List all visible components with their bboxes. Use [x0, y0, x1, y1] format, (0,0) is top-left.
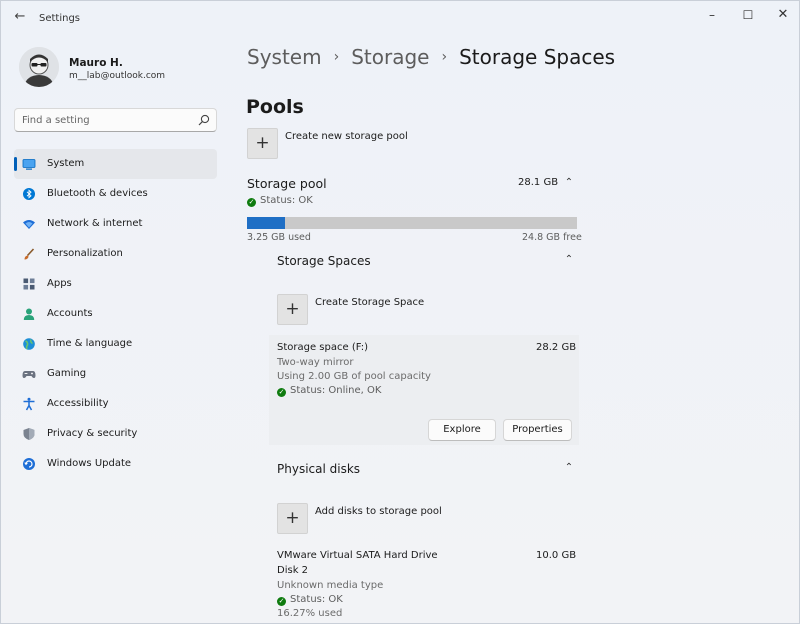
sidebar-item-apps[interactable]: Apps: [14, 269, 217, 299]
sidebar-item-time-language[interactable]: Time & language: [14, 329, 217, 359]
chevron-right-icon: ›: [441, 49, 448, 65]
chevron-right-icon: ›: [333, 49, 340, 65]
plus-icon: +: [285, 508, 300, 528]
disk-status-text: Status: OK: [290, 594, 343, 605]
add-disks-button[interactable]: +: [277, 503, 308, 534]
storage-space-size: 28.2 GB: [536, 342, 577, 353]
search-input[interactable]: [22, 112, 192, 128]
disk-name: VMware Virtual SATA Hard Drive: [277, 550, 438, 561]
avatar-icon: [19, 47, 59, 87]
sidebar-item-windows-update[interactable]: Windows Update: [14, 449, 217, 479]
physical-disks-heading: Physical disks: [277, 462, 361, 476]
pool-status: ✓ Status: OK: [247, 195, 313, 207]
sidebar-item-personalization[interactable]: Personalization: [14, 239, 217, 269]
pool-usage-bar: [247, 217, 577, 229]
brush-icon: [24, 248, 35, 260]
pools-heading: Pools: [246, 96, 304, 118]
disk-number: Disk 2: [277, 565, 309, 576]
storage-space-resiliency: Two-way mirror: [277, 357, 354, 368]
check-circle-icon: ✓: [277, 597, 286, 606]
add-disks-label[interactable]: Add disks to storage pool: [315, 506, 442, 517]
monitor-icon: [22, 159, 36, 170]
sidebar-item-accessibility[interactable]: Accessibility: [14, 389, 217, 419]
physical-disks-collapse-button[interactable]: ⌃: [560, 460, 578, 476]
search-icon[interactable]: [197, 113, 211, 127]
create-storage-space-button[interactable]: +: [277, 294, 308, 325]
title-bar: ← Settings – ☐ ✕: [1, 1, 800, 33]
back-button[interactable]: ←: [11, 9, 29, 25]
plus-icon: +: [285, 299, 300, 319]
pool-collapse-button[interactable]: ⌃: [560, 175, 578, 191]
maximize-button[interactable]: ☐: [734, 6, 762, 24]
person-icon: [23, 308, 35, 320]
sidebar-item-bluetooth[interactable]: Bluetooth & devices: [14, 179, 217, 209]
storage-space-status-text: Status: Online, OK: [290, 385, 382, 396]
disk-status: ✓ Status: OK: [277, 594, 343, 606]
breadcrumb-storage[interactable]: Storage: [351, 45, 429, 69]
arrow-left-icon: ←: [14, 9, 26, 24]
create-pool-label[interactable]: Create new storage pool: [285, 131, 408, 142]
settings-window: ← Settings – ☐ ✕ Mauro H. m__lab@outlook…: [0, 0, 800, 624]
sidebar-item-accounts[interactable]: Accounts: [14, 299, 217, 329]
storage-spaces-heading: Storage Spaces: [277, 254, 371, 268]
pool-used: 3.25 GB used: [247, 232, 311, 243]
sidebar-item-label: Accessibility: [47, 398, 109, 409]
breadcrumb: System › Storage › Storage Spaces: [247, 45, 615, 69]
sidebar-item-label: Network & internet: [47, 218, 143, 229]
check-circle-icon: ✓: [277, 388, 286, 397]
check-circle-icon: ✓: [247, 198, 256, 207]
properties-button[interactable]: Properties: [503, 419, 572, 441]
plus-icon: +: [255, 133, 270, 153]
apps-icon: [23, 278, 35, 290]
sidebar-item-label: Privacy & security: [47, 428, 138, 439]
user-email: m__lab@outlook.com: [69, 71, 166, 81]
create-pool-button[interactable]: +: [247, 128, 278, 159]
sidebar-item-label: Time & language: [47, 338, 133, 349]
app-title: Settings: [39, 13, 81, 24]
chevron-up-icon: ⌃: [564, 254, 574, 265]
pool-usage-fill: [247, 217, 286, 229]
search-box: [14, 108, 217, 132]
bluetooth-icon: [23, 188, 35, 200]
disk-size: 10.0 GB: [536, 550, 577, 561]
shield-icon: [23, 428, 35, 440]
storage-space-status: ✓ Status: Online, OK: [277, 385, 381, 397]
explore-button[interactable]: Explore: [428, 419, 496, 441]
page-title: Storage Spaces: [459, 45, 616, 69]
pool-free: 24.8 GB free: [522, 232, 582, 243]
sidebar-item-label: Bluetooth & devices: [47, 188, 148, 199]
pool-name: Storage pool: [247, 176, 327, 191]
sidebar-item-label: Windows Update: [47, 458, 132, 469]
sidebar-item-system[interactable]: System: [14, 149, 217, 179]
storage-space-name: Storage space (F:): [277, 342, 368, 353]
sidebar-item-label: Apps: [47, 278, 72, 289]
pool-size: 28.1 GB: [518, 177, 559, 188]
disk-used: 16.27% used: [277, 608, 343, 619]
update-icon: [23, 458, 35, 470]
sidebar-item-label: Gaming: [47, 368, 87, 379]
globe-icon: [23, 338, 35, 350]
sidebar-item-privacy[interactable]: Privacy & security: [14, 419, 217, 449]
close-button[interactable]: ✕: [769, 6, 797, 24]
storage-spaces-collapse-button[interactable]: ⌃: [560, 252, 578, 268]
sidebar-item-label: Personalization: [47, 248, 123, 259]
chevron-up-icon: ⌃: [564, 462, 574, 473]
wifi-icon: [23, 220, 35, 229]
gamepad-icon: [22, 371, 36, 378]
accessibility-icon: [23, 397, 35, 411]
pool-status-text: Status: OK: [260, 195, 313, 206]
sidebar-item-gaming[interactable]: Gaming: [14, 359, 217, 389]
sidebar-item-label: System: [47, 158, 85, 169]
avatar: [19, 47, 59, 87]
user-name: Mauro H.: [69, 57, 123, 69]
sidebar-nav: System Bluetooth & devices Network & int…: [14, 149, 217, 479]
storage-space-capacity: Using 2.00 GB of pool capacity: [277, 371, 431, 382]
sidebar-item-network[interactable]: Network & internet: [14, 209, 217, 239]
create-storage-space-label[interactable]: Create Storage Space: [315, 297, 424, 308]
breadcrumb-system[interactable]: System: [247, 45, 322, 69]
chevron-up-icon: ⌃: [564, 177, 574, 188]
minimize-button[interactable]: –: [698, 6, 726, 24]
disk-media-type: Unknown media type: [277, 580, 384, 591]
sidebar-item-label: Accounts: [47, 308, 93, 319]
